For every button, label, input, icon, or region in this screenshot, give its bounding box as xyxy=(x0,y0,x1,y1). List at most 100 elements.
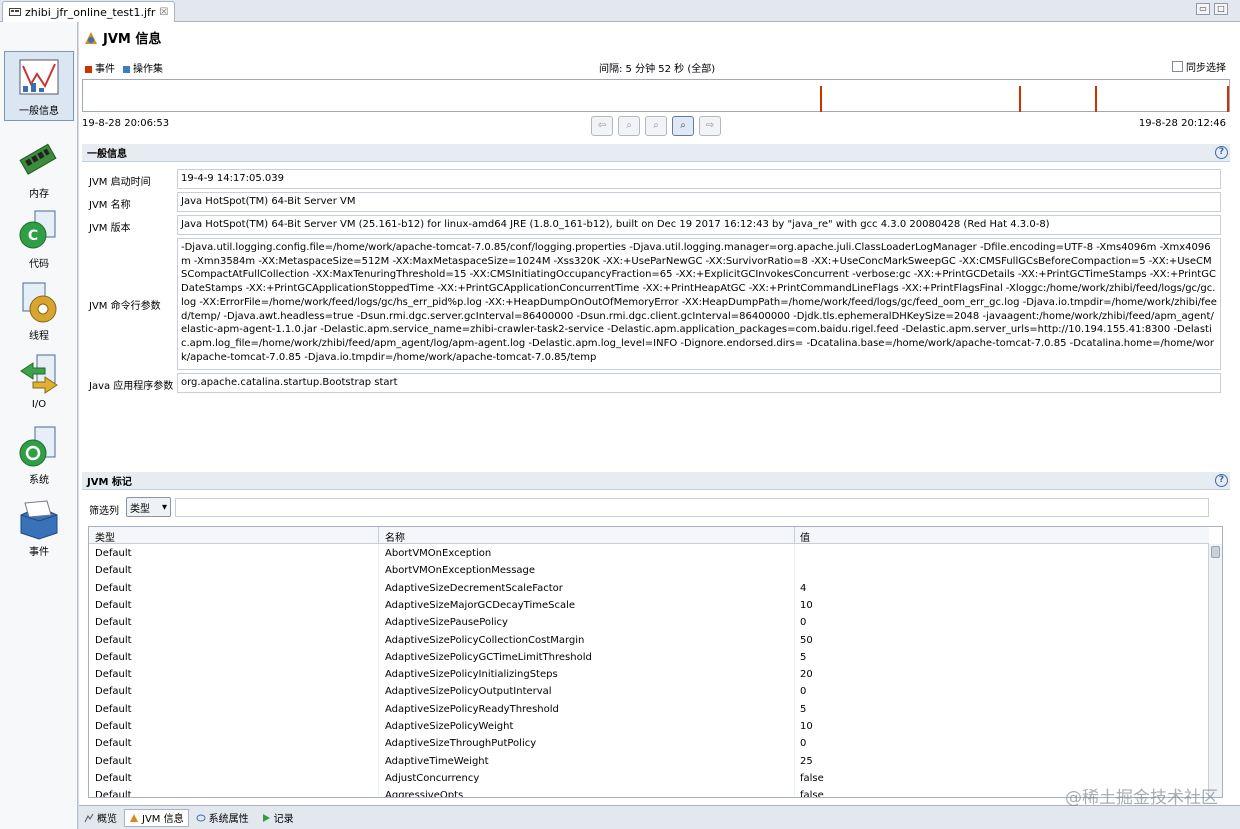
jfr-file-icon xyxy=(9,8,21,16)
sidebar-item-code[interactable]: C 代码 xyxy=(4,207,74,277)
cell-name: AdaptiveSizePolicyReadyThreshold xyxy=(385,703,559,715)
timeline-event-marker xyxy=(1227,86,1229,112)
cell-name: AdaptiveSizePausePolicy xyxy=(385,617,508,629)
help-icon[interactable]: ? xyxy=(1215,146,1228,159)
system-properties-icon xyxy=(196,814,206,821)
cell-value: 0 xyxy=(800,738,807,750)
table-row[interactable]: Default AdaptiveSizePausePolicy 0 xyxy=(89,614,1209,632)
cell-name: AbortVMOnException xyxy=(385,548,492,559)
help-icon[interactable]: ? xyxy=(1215,474,1228,487)
sidebar-item-memory[interactable]: 内存 xyxy=(4,137,74,207)
jvm-info-icon xyxy=(130,813,138,822)
memory-chip-icon xyxy=(19,143,57,175)
table-row[interactable]: Default AdaptiveSizeDecrementScaleFactor 4 xyxy=(89,579,1209,597)
close-icon[interactable]: ☒ xyxy=(159,7,168,18)
cell-type: Default xyxy=(95,755,132,767)
zoom-button-0[interactable]: ⇦ xyxy=(591,116,613,136)
cell-value: false xyxy=(800,790,824,798)
general-info-section: 一般信息 ? JVM 启动时间 19-4-9 14:17:05.039 JVM … xyxy=(82,144,1230,460)
page-title: JVM 信息 xyxy=(83,28,161,47)
sidebar-item-io[interactable]: I/O xyxy=(4,351,74,421)
zoom-button-2[interactable]: ⌕ xyxy=(645,116,667,136)
table-row[interactable]: Default AdaptiveSizePolicyInitializingSte… xyxy=(89,666,1209,684)
cell-value: 0 xyxy=(800,686,807,698)
jvm-start-time-field[interactable]: 19-4-9 14:17:05.039 xyxy=(177,169,1221,189)
sidebar-item-label: I/O xyxy=(31,399,47,410)
timeline-start: 19-8-28 20:06:53 xyxy=(82,118,170,129)
sync-selection-checkbox[interactable]: 同步选择 xyxy=(1172,59,1226,74)
table-row[interactable]: Default AggressiveOpts false xyxy=(89,787,1209,798)
legend-swatch-icon xyxy=(123,65,130,73)
cell-name: AbortVMOnExceptionMessage xyxy=(385,565,536,577)
tab-overview[interactable]: 概览 xyxy=(79,809,122,827)
zoom-button-1[interactable]: ⌕ xyxy=(618,116,640,136)
tab-system-properties[interactable]: 系统属性 xyxy=(191,809,254,827)
sidebar-item-events[interactable]: 事件 xyxy=(4,495,74,565)
maximize-button[interactable]: □ xyxy=(1214,3,1228,15)
sidebar-item-label: 系统 xyxy=(29,475,49,486)
jvm-flags-header[interactable]: JVM 标记 ? xyxy=(82,472,1230,490)
cell-name: AdaptiveSizeMajorGCDecayTimeScale xyxy=(385,599,576,611)
column-header-type[interactable]: 类型 xyxy=(95,529,115,544)
cell-name: AdjustConcurrency xyxy=(385,772,480,784)
sidebar-item-label: 线程 xyxy=(29,331,49,342)
jvm-version-field[interactable]: Java HotSpot(TM) 64-Bit Server VM (25.16… xyxy=(177,215,1221,235)
table-row[interactable]: Default AdaptiveSizePolicyCollectionCostM… xyxy=(89,631,1209,649)
cell-value: 4 xyxy=(800,582,807,594)
sidebar-item-system[interactable]: 系统 xyxy=(4,423,74,493)
cell-value: 5 xyxy=(800,703,807,715)
sidebar: 一般信息 内存 C 代码 线程 I/O 系统 事件 xyxy=(0,22,78,829)
main-content: JVM 信息 事件 操作集 间隔: 5 分钟 52 秒 (全部) 同步选择 19… xyxy=(79,22,1240,805)
cell-value: 0 xyxy=(800,617,807,629)
cell-name: AdaptiveSizePolicyWeight xyxy=(385,721,514,732)
cell-type: Default xyxy=(95,565,132,577)
sidebar-item-general-info[interactable]: 一般信息 xyxy=(4,51,74,121)
tab-jvm-info[interactable]: JVM 信息 xyxy=(124,808,189,827)
table-row[interactable]: Default AdaptiveSizePolicyWeight 10 xyxy=(89,718,1209,735)
tab-recording[interactable]: 记录 xyxy=(256,809,299,827)
jvm-command-line-field[interactable]: -Djava.util.logging.config.file=/home/wo… xyxy=(177,238,1221,370)
legend-swatch-icon xyxy=(85,65,92,73)
checkbox-icon[interactable] xyxy=(1172,61,1183,72)
table-row[interactable]: Default AdaptiveSizeMajorGCDecayTimeScale… xyxy=(89,596,1209,614)
column-header-name[interactable]: 名称 xyxy=(385,529,405,544)
system-icon xyxy=(19,426,56,467)
table-row[interactable]: Default AdaptiveSizePolicyReadyThreshold 5 xyxy=(89,700,1209,718)
field-label: Java 应用程序参数 xyxy=(89,381,174,392)
table-row[interactable]: Default AdaptiveSizePolicyOutputInterval 0 xyxy=(89,683,1209,701)
timeline-range[interactable] xyxy=(82,79,1230,112)
column-header-value[interactable]: 值 xyxy=(800,529,810,544)
recording-icon xyxy=(262,813,270,822)
table-row[interactable]: Default AbortVMOnExceptionMessage xyxy=(89,562,1209,580)
editor-tab-jfr[interactable]: zhibi_jfr_online_test1.jfr ☒ xyxy=(2,1,176,22)
table-scrollbar[interactable] xyxy=(1208,544,1222,797)
svg-text:C: C xyxy=(28,228,38,244)
jvm-name-field[interactable]: Java HotSpot(TM) 64-Bit Server VM xyxy=(177,192,1221,212)
java-app-args-field[interactable]: org.apache.catalina.startup.Bootstrap st… xyxy=(177,373,1221,393)
minimize-button[interactable]: ▭ xyxy=(1196,3,1210,15)
cell-name: AdaptiveSizePolicyCollectionCostMargin xyxy=(385,634,585,646)
filter-input[interactable] xyxy=(175,498,1209,517)
legend-item-events: 事件 xyxy=(85,60,115,75)
cell-value: 20 xyxy=(800,669,813,681)
scrollbar-thumb[interactable] xyxy=(1211,546,1220,558)
sidebar-item-label: 代码 xyxy=(29,259,49,270)
table-header: 类型 名称 值 xyxy=(89,527,1209,544)
zoom-button-3[interactable]: ⌕ xyxy=(672,116,694,136)
cell-value: 10 xyxy=(800,721,813,732)
general-info-header[interactable]: 一般信息 ? xyxy=(82,144,1230,162)
timeline-end: 19-8-28 20:12:46 xyxy=(1138,118,1226,129)
bottom-tab-bar: 概览 JVM 信息 系统属性 记录 xyxy=(79,805,1240,829)
table-row[interactable]: Default AdaptiveSizePolicyGCTimeLimitThre… xyxy=(89,648,1209,666)
page-title-text: JVM 信息 xyxy=(103,32,162,47)
table-row[interactable]: Default AdjustConcurrency false xyxy=(89,769,1209,787)
jvm-info-icon xyxy=(85,31,97,44)
filter-column-select[interactable]: 类型 ▾ xyxy=(126,497,171,517)
cell-value: false xyxy=(800,772,824,784)
sidebar-item-threads[interactable]: 线程 xyxy=(4,279,74,349)
table-row[interactable]: Default AbortVMOnException xyxy=(89,545,1209,562)
zoom-button-4[interactable]: ⇨ xyxy=(699,116,721,136)
table-row[interactable]: Default AdaptiveSizeThroughPutPolicy 0 xyxy=(89,735,1209,753)
filter-column-label: 筛选列 xyxy=(89,506,119,517)
table-row[interactable]: Default AdaptiveTimeWeight 25 xyxy=(89,752,1209,770)
